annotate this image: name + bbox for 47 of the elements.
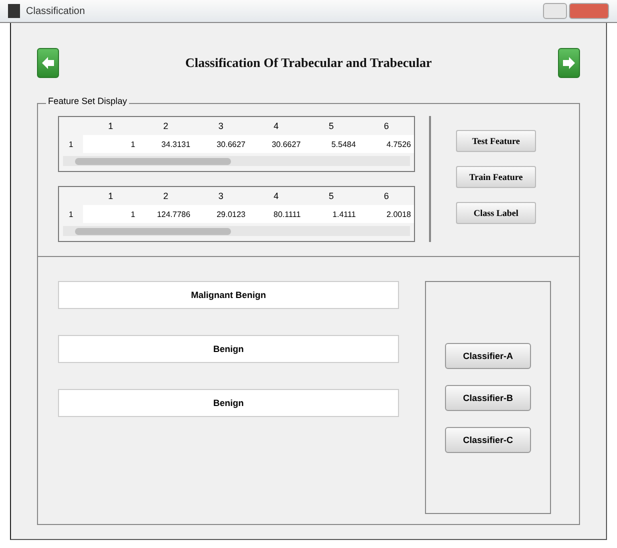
table-cell: 30.6627 <box>248 135 304 153</box>
table-cell: 30.6627 <box>193 135 248 153</box>
panel-label: Feature Set Display <box>46 96 130 106</box>
minimize-button[interactable] <box>543 3 567 19</box>
column-header: 6 <box>382 121 390 131</box>
column-header: 2 <box>162 121 170 131</box>
feature-button[interactable]: Train Feature <box>456 166 536 188</box>
result-field: Benign <box>58 335 399 363</box>
app-icon <box>8 4 20 18</box>
classifier-button[interactable]: Classifier-A <box>445 342 531 368</box>
row-header: 1 <box>68 210 74 218</box>
column-header: 5 <box>328 121 335 131</box>
column-header: 1 <box>107 191 114 201</box>
table-cell: 2.0018 <box>358 205 414 223</box>
page-title: Classification Of Trabecular and Trabecular <box>185 55 432 71</box>
horizontal-scrollbar[interactable] <box>63 156 410 166</box>
table-cell: 29.0123 <box>193 205 248 223</box>
table-cell: 124.7786 <box>138 205 194 223</box>
feature-button[interactable]: Test Feature <box>456 130 536 152</box>
feature-button[interactable]: Class Label <box>456 202 536 224</box>
table-cell: 34.3131 <box>138 135 194 153</box>
close-button[interactable] <box>569 3 609 19</box>
horizontal-scrollbar[interactable] <box>63 226 410 236</box>
table-cell: 1 <box>83 205 138 223</box>
column-header: 1 <box>107 121 114 131</box>
window-title: Classification <box>26 6 85 16</box>
right-arrow-icon <box>561 55 577 71</box>
row-header: 1 <box>68 140 74 148</box>
left-arrow-icon <box>40 55 56 71</box>
result-field: Benign <box>58 389 399 417</box>
next-button[interactable] <box>558 48 580 78</box>
classifier-button[interactable]: Classifier-B <box>445 384 531 410</box>
table-cell: 1.4111 <box>304 205 359 223</box>
result-field: Malignant Benign <box>58 281 399 309</box>
column-header: 2 <box>162 191 170 201</box>
back-button[interactable] <box>37 48 59 78</box>
column-header: 4 <box>272 191 280 201</box>
table-cell: 80.1111 <box>248 205 304 223</box>
column-header: 3 <box>217 191 224 201</box>
column-header: 4 <box>272 121 280 131</box>
classifier-button[interactable]: Classifier-C <box>445 426 531 452</box>
column-header: 6 <box>382 191 390 201</box>
table-cell: 1 <box>83 135 138 153</box>
column-header: 5 <box>328 191 335 201</box>
table-cell: 5.5484 <box>304 135 359 153</box>
table-cell: 4.7526 <box>358 135 414 153</box>
column-header: 3 <box>217 121 224 131</box>
